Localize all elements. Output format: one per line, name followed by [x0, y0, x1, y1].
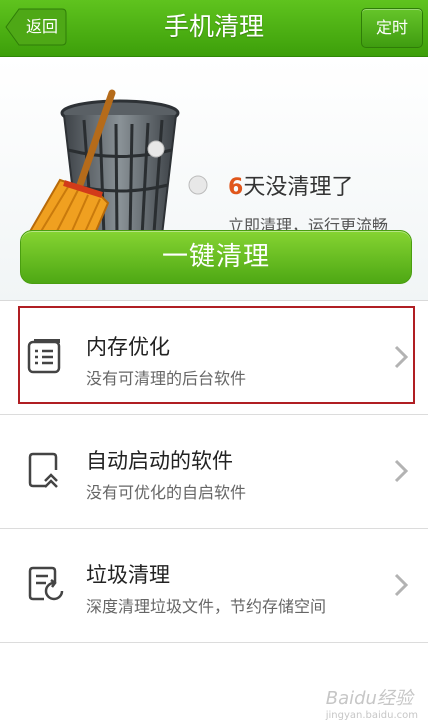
list-item-autostart[interactable]: 自动启动的软件 没有可优化的自启软件 — [0, 415, 428, 529]
autostart-icon — [26, 450, 66, 494]
days-count: 6 — [228, 175, 244, 200]
top-bar: 返回 手机清理 定时 — [0, 0, 428, 57]
list-item-desc: 没有可清理的后台软件 — [86, 369, 247, 388]
timer-button[interactable]: 定时 — [361, 8, 423, 48]
chevron-right-icon — [394, 573, 409, 601]
watermark-text: Baidu经验 — [325, 688, 413, 709]
list-item-memory-optimize[interactable]: 内存优化 没有可清理的后台软件 — [0, 301, 428, 415]
days-text: 天没清理了 — [243, 175, 354, 200]
chevron-right-icon — [394, 345, 409, 373]
watermark-url: jingyan.baidu.com — [325, 710, 418, 721]
chevron-right-icon — [394, 459, 409, 487]
one-click-clean-button[interactable]: 一键清理 — [20, 230, 412, 284]
list-item-title: 垃圾清理 — [86, 563, 170, 587]
junk-clean-icon — [26, 564, 66, 608]
list-item-junk-clean[interactable]: 垃圾清理 深度清理垃圾文件，节约存储空间 — [0, 529, 428, 643]
list-item-desc: 没有可优化的自启软件 — [86, 483, 247, 502]
list-item-title: 内存优化 — [86, 335, 170, 359]
watermark-logo: Baidu经验 jingyan.baidu.com — [326, 684, 418, 721]
list-item-desc: 深度清理垃圾文件，节约存储空间 — [86, 597, 327, 616]
memory-list-icon — [26, 336, 66, 380]
days-since-clean: 6天没清理了 — [228, 169, 353, 201]
list-item-title: 自动启动的软件 — [86, 449, 233, 473]
